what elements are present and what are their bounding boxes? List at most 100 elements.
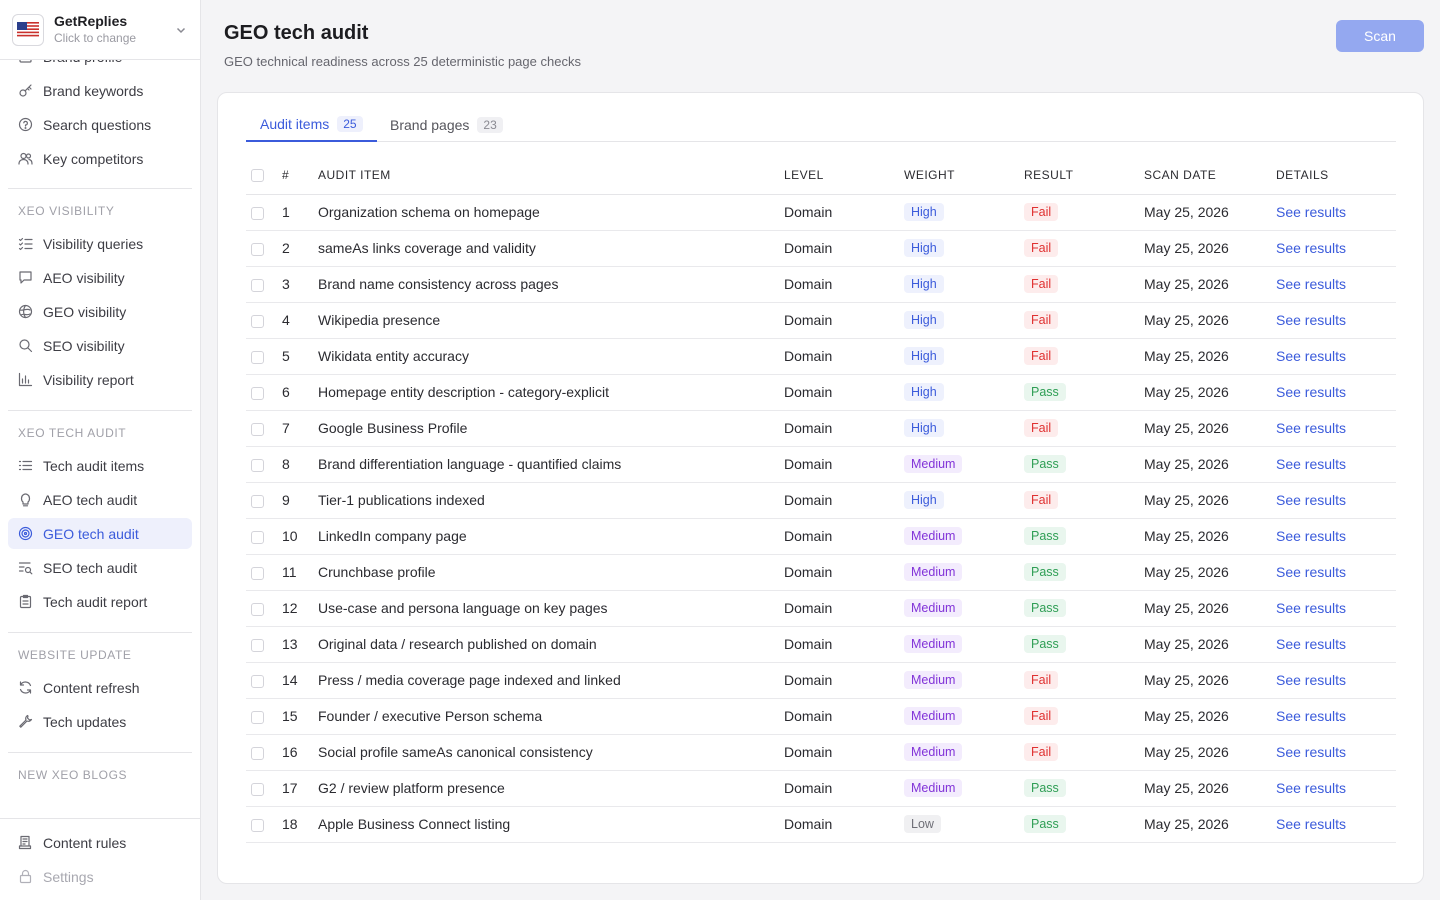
sidebar-item-visibility-report[interactable]: Visibility report [8, 364, 192, 395]
result-badge: Fail [1024, 707, 1059, 725]
column-header-result[interactable]: RESULT [1024, 157, 1144, 195]
row-checkbox[interactable] [251, 782, 264, 796]
sidebar-item-seo-visibility[interactable]: SEO visibility [8, 330, 192, 361]
table-row[interactable]: 13 Original data / research published on … [246, 626, 1396, 663]
sidebar-item-search-questions[interactable]: Search questions [8, 109, 192, 140]
see-results-link[interactable]: See results [1276, 420, 1346, 436]
table-row[interactable]: 9 Tier-1 publications indexed Domain High Fa… [246, 482, 1396, 519]
table-row[interactable]: 1 Organization schema on homepage Domain Hi… [246, 194, 1396, 231]
table-row[interactable]: 2 sameAs links coverage and validity Domai… [246, 230, 1396, 267]
table-row[interactable]: 16 Social profile sameAs canonical consis… [246, 734, 1396, 771]
table-row[interactable]: 17 G2 / review platform presence Domain Med… [246, 770, 1396, 807]
result-badge: Fail [1024, 743, 1059, 761]
row-checkbox[interactable] [251, 494, 264, 508]
weight-badge: Medium [904, 635, 963, 653]
row-checkbox[interactable] [251, 566, 264, 580]
row-select-cell [246, 446, 282, 483]
sidebar-item-seo-tech-audit[interactable]: SEO tech audit [8, 552, 192, 583]
row-checkbox[interactable] [251, 818, 264, 832]
table-row[interactable]: 11 Crunchbase profile Domain Medium Pass May … [246, 554, 1396, 591]
see-results-link[interactable]: See results [1276, 672, 1346, 688]
sidebar-item-label: GEO visibility [43, 303, 127, 320]
see-results-link[interactable]: See results [1276, 636, 1346, 652]
table-row[interactable]: 14 Press / media coverage page indexed an… [246, 662, 1396, 699]
audit-level: Domain [784, 266, 904, 303]
row-checkbox[interactable] [251, 422, 264, 436]
see-results-link[interactable]: See results [1276, 384, 1346, 400]
details-cell: See results [1276, 554, 1396, 591]
workspace-switcher[interactable]: GetReplies Click to change [0, 0, 200, 60]
table-row[interactable]: 5 Wikidata entity accuracy Domain High Fail M… [246, 338, 1396, 375]
column-header-number[interactable]: # [282, 157, 318, 195]
sidebar-item-tech-audit-report[interactable]: Tech audit report [8, 586, 192, 617]
row-checkbox[interactable] [251, 674, 264, 688]
tab-brand-pages[interactable]: Brand pages 23 [376, 107, 517, 142]
sidebar-item-geo-visibility[interactable]: GEO visibility [8, 296, 192, 327]
weight-badge: High [904, 203, 944, 221]
see-results-link[interactable]: See results [1276, 348, 1346, 364]
sidebar-item-brand-keywords[interactable]: Brand keywords [8, 75, 192, 106]
column-header-audit-item[interactable]: AUDIT ITEM [318, 157, 784, 195]
sidebar-item-tech-audit-items[interactable]: Tech audit items [8, 450, 192, 481]
audit-table-container[interactable]: # AUDIT ITEM LEVEL WEIGHT RESULT SCAN DA… [246, 157, 1396, 855]
tab-audit-items[interactable]: Audit items 25 [246, 107, 377, 142]
see-results-link[interactable]: See results [1276, 276, 1346, 292]
see-results-link[interactable]: See results [1276, 492, 1346, 508]
sidebar-item-content-rules[interactable]: Content rules [8, 827, 192, 858]
sidebar-section-title: WEBSITE UPDATE [18, 648, 132, 662]
sidebar-item-key-competitors[interactable]: Key competitors [8, 143, 192, 174]
table-row[interactable]: 18 Apple Business Connect listing Domain Lo… [246, 806, 1396, 843]
table-row[interactable]: 3 Brand name consistency across pages Doma… [246, 266, 1396, 303]
row-checkbox[interactable] [251, 746, 264, 760]
see-results-link[interactable]: See results [1276, 600, 1346, 616]
select-all-checkbox[interactable] [251, 169, 264, 183]
row-checkbox[interactable] [251, 458, 264, 472]
see-results-link[interactable]: See results [1276, 456, 1346, 472]
weight-cell: High [904, 302, 1024, 339]
sidebar-nav[interactable]: Brand profileBrand keywordsSearch questi… [0, 44, 200, 814]
sidebar-item-aeo-visibility[interactable]: AEO visibility [8, 262, 192, 293]
sidebar-divider [8, 752, 192, 753]
see-results-link[interactable]: See results [1276, 528, 1346, 544]
column-header-weight[interactable]: WEIGHT [904, 157, 1024, 195]
row-checkbox[interactable] [251, 710, 264, 724]
details-cell: See results [1276, 266, 1396, 303]
see-results-link[interactable]: See results [1276, 744, 1346, 760]
sidebar-item-content-refresh[interactable]: Content refresh [8, 672, 192, 703]
row-checkbox[interactable] [251, 242, 264, 256]
row-checkbox[interactable] [251, 638, 264, 652]
weight-cell: Medium [904, 734, 1024, 771]
scan-button[interactable]: Scan [1336, 20, 1424, 52]
see-results-link[interactable]: See results [1276, 780, 1346, 796]
sidebar-item-tech-updates[interactable]: Tech updates [8, 706, 192, 737]
see-results-link[interactable]: See results [1276, 816, 1346, 832]
table-row[interactable]: 7 Google Business Profile Domain High Fail Ma… [246, 410, 1396, 447]
table-row[interactable]: 8 Brand differentiation language - quanti… [246, 446, 1396, 483]
row-checkbox[interactable] [251, 350, 264, 364]
table-row[interactable]: 12 Use-case and persona language on key p… [246, 590, 1396, 627]
table-row[interactable]: 6 Homepage entity description - category-… [246, 374, 1396, 411]
see-results-link[interactable]: See results [1276, 564, 1346, 580]
sidebar-item-aeo-tech-audit[interactable]: AEO tech audit [8, 484, 192, 515]
row-checkbox[interactable] [251, 386, 264, 400]
table-row[interactable]: 15 Founder / executive Person schema Domai… [246, 698, 1396, 735]
row-checkbox[interactable] [251, 530, 264, 544]
see-results-link[interactable]: See results [1276, 312, 1346, 328]
row-checkbox[interactable] [251, 206, 264, 220]
sidebar-item-label: Tech audit report [43, 593, 148, 610]
sidebar-item-visibility-queries[interactable]: Visibility queries [8, 228, 192, 259]
see-results-link[interactable]: See results [1276, 240, 1346, 256]
sidebar-item-settings[interactable]: Settings [8, 861, 192, 892]
target-icon [18, 526, 33, 541]
sidebar-item-geo-tech-audit[interactable]: GEO tech audit [8, 518, 192, 549]
table-row[interactable]: 10 LinkedIn company page Domain Medium Pass M… [246, 518, 1396, 555]
table-row[interactable]: 4 Wikipedia presence Domain High Fail May 25,… [246, 302, 1396, 339]
row-checkbox[interactable] [251, 602, 264, 616]
row-checkbox[interactable] [251, 314, 264, 328]
result-badge: Fail [1024, 239, 1059, 257]
see-results-link[interactable]: See results [1276, 204, 1346, 220]
see-results-link[interactable]: See results [1276, 708, 1346, 724]
column-header-scan-date[interactable]: SCAN DATE [1144, 157, 1276, 195]
column-header-level[interactable]: LEVEL [784, 157, 904, 195]
row-checkbox[interactable] [251, 278, 264, 292]
